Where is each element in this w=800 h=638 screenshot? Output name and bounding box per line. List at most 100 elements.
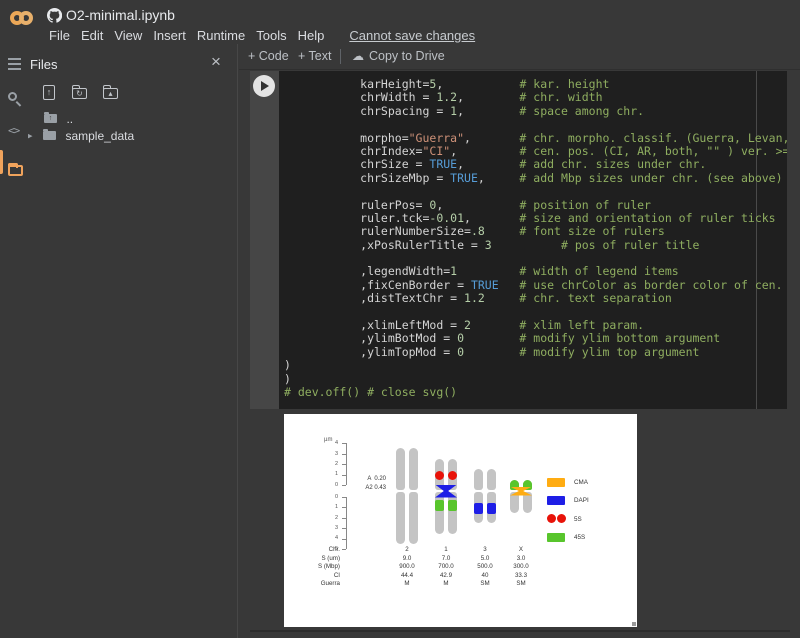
table-cell: X	[499, 546, 543, 553]
play-icon	[261, 81, 269, 91]
ruler-tick-label: 3	[322, 451, 338, 457]
notebook-title[interactable]: O2-minimal.ipynb	[66, 7, 175, 23]
code-line: rulerNumberSize=.8 # font size of rulers	[284, 225, 787, 238]
table-cell: 2	[385, 546, 429, 553]
legend-swatch-45S	[547, 533, 565, 542]
menu-item-edit[interactable]: Edit	[81, 28, 103, 43]
code-snippets-icon[interactable]: <>	[8, 124, 19, 137]
run-cell-button[interactable]	[253, 75, 275, 97]
table-row-label: Chr.	[292, 546, 340, 553]
toolbar-divider	[340, 49, 341, 64]
table-cell: 700.0	[424, 563, 468, 570]
legend-swatch-5S	[557, 514, 566, 523]
cell-bottom-border	[250, 630, 790, 632]
close-panel-icon[interactable]: ×	[211, 52, 221, 72]
menu-item-help[interactable]: Help	[298, 28, 325, 43]
ruler-tick-label: 0	[322, 494, 338, 500]
save-status-link[interactable]: Cannot save changes	[349, 28, 475, 43]
code-lines: karHeight=5, # kar. height chrWidth = 1.…	[284, 78, 787, 399]
refresh-files-icon[interactable]: ↻	[72, 88, 87, 99]
github-icon[interactable]	[47, 8, 62, 23]
code-line: morpho="Guerra", # chr. morpho. classif.…	[284, 132, 787, 145]
mark-CMA	[510, 487, 532, 496]
table-of-contents-icon[interactable]	[8, 58, 21, 73]
cell-toolbar: + Code + Text ☁Copy to Drive	[239, 44, 800, 70]
add-text-button[interactable]: + Text	[298, 49, 331, 63]
code-line: chrSizeMbp = TRUE, # add Mbp sizes under…	[284, 172, 787, 185]
code-cell: karHeight=5, # kar. height chrWidth = 1.…	[250, 71, 787, 409]
chromosome-2-long-arm	[409, 492, 418, 544]
table-row-label: S (Mbp)	[292, 563, 340, 570]
copy-to-drive-button[interactable]: ☁Copy to Drive	[352, 49, 445, 63]
legend-label: 45S	[574, 534, 585, 541]
folder-icon	[43, 131, 56, 140]
ruler-tick	[342, 549, 346, 550]
folder-up-icon: ↑	[44, 114, 57, 123]
chromosome-1-long-arm	[435, 492, 444, 534]
annotation-text: A2 0.43	[334, 485, 386, 491]
code-line: ,distTextChr = 1.2 # chr. text separatio…	[284, 292, 787, 305]
ruler-tick-label: 4	[322, 535, 338, 541]
table-row-label: Guerra	[292, 580, 340, 587]
colab-app: O2-minimal.ipynb File Edit View Insert Runti…	[0, 0, 800, 638]
menu-item-runtime[interactable]: Runtime	[197, 28, 245, 43]
code-line: )	[284, 373, 787, 386]
chromosome-2-short-arm	[409, 448, 418, 490]
table-cell: M	[424, 580, 468, 587]
chromosome-3-short-arm	[487, 469, 496, 490]
mount-drive-icon[interactable]: ▴	[103, 88, 118, 99]
table-cell: M	[385, 580, 429, 587]
cell-gutter	[250, 71, 279, 409]
table-cell: SM	[499, 580, 543, 587]
colab-logo-ring-right	[19, 11, 33, 25]
ruler-tick	[342, 454, 346, 455]
upload-file-icon[interactable]: ↑	[43, 85, 55, 100]
menu-bar: File Edit View Insert Runtime Tools Help Cannot…	[49, 27, 475, 43]
legend-label: DAPI	[574, 497, 589, 504]
menu-item-view[interactable]: View	[114, 28, 142, 43]
ruler-tick-label: 1	[322, 504, 338, 510]
code-editor[interactable]: karHeight=5, # kar. height chrWidth = 1.…	[279, 71, 787, 409]
table-cell: 900.0	[385, 563, 429, 570]
table-row-label: S (um)	[292, 555, 340, 562]
table-row-label: CI	[292, 572, 340, 579]
tree-item-parent-dir[interactable]: ↑ ..	[44, 110, 73, 128]
code-line: chrIndex="CI", # cen. pos. (CI, AR, both…	[284, 145, 787, 158]
code-line: ,fixCenBorder = TRUE # use chrColor as b…	[284, 279, 787, 292]
tree-item-label: sample_data	[65, 129, 134, 143]
legend-swatch-CMA	[547, 478, 565, 487]
code-line	[284, 252, 787, 265]
code-line	[284, 306, 787, 319]
files-rail-icon[interactable]	[8, 165, 23, 176]
add-code-button[interactable]: + Code	[248, 49, 289, 63]
chromosome-2-short-arm	[396, 448, 405, 490]
code-line: ruler.tck=-0.01, # size and orientation …	[284, 212, 787, 225]
colab-logo[interactable]	[10, 9, 33, 31]
tree-item-sample-data[interactable]: ▸ sample_data	[28, 127, 134, 145]
ruler-tick	[342, 443, 346, 444]
menu-item-insert[interactable]: Insert	[153, 28, 186, 43]
table-cell: 1	[424, 546, 468, 553]
mark-DAPI	[474, 503, 483, 514]
chevron-right-icon[interactable]: ▸	[28, 130, 33, 140]
files-panel-title: Files	[30, 57, 57, 72]
mark-DAPI	[435, 485, 457, 498]
ruler-tick-label: 3	[322, 525, 338, 531]
search-icon[interactable]	[8, 92, 17, 101]
legend-label: 5S	[574, 516, 582, 523]
menu-item-tools[interactable]: Tools	[256, 28, 286, 43]
code-line: )	[284, 359, 787, 372]
output-resize-handle[interactable]	[632, 622, 636, 626]
karyotype-plot: µm43210012345A 0.20A2 0.43Chr.S (um)S (M…	[284, 414, 637, 627]
ruler-tick-label: 4	[322, 440, 338, 446]
legend-label: CMA	[574, 479, 588, 486]
mark-DAPI	[487, 503, 496, 514]
code-line: chrSize = TRUE, # add chr. sizes under c…	[284, 158, 787, 171]
code-line	[284, 118, 787, 131]
menu-item-file[interactable]: File	[49, 28, 70, 43]
code-line: ,ylimBotMod = 0 # modify ylim bottom arg…	[284, 332, 787, 345]
code-line	[284, 185, 787, 198]
legend-swatch-DAPI	[547, 496, 565, 505]
code-line: # dev.off() # close svg()	[284, 386, 787, 399]
code-line: ,ylimTopMod = 0 # modify ylim top argume…	[284, 346, 787, 359]
